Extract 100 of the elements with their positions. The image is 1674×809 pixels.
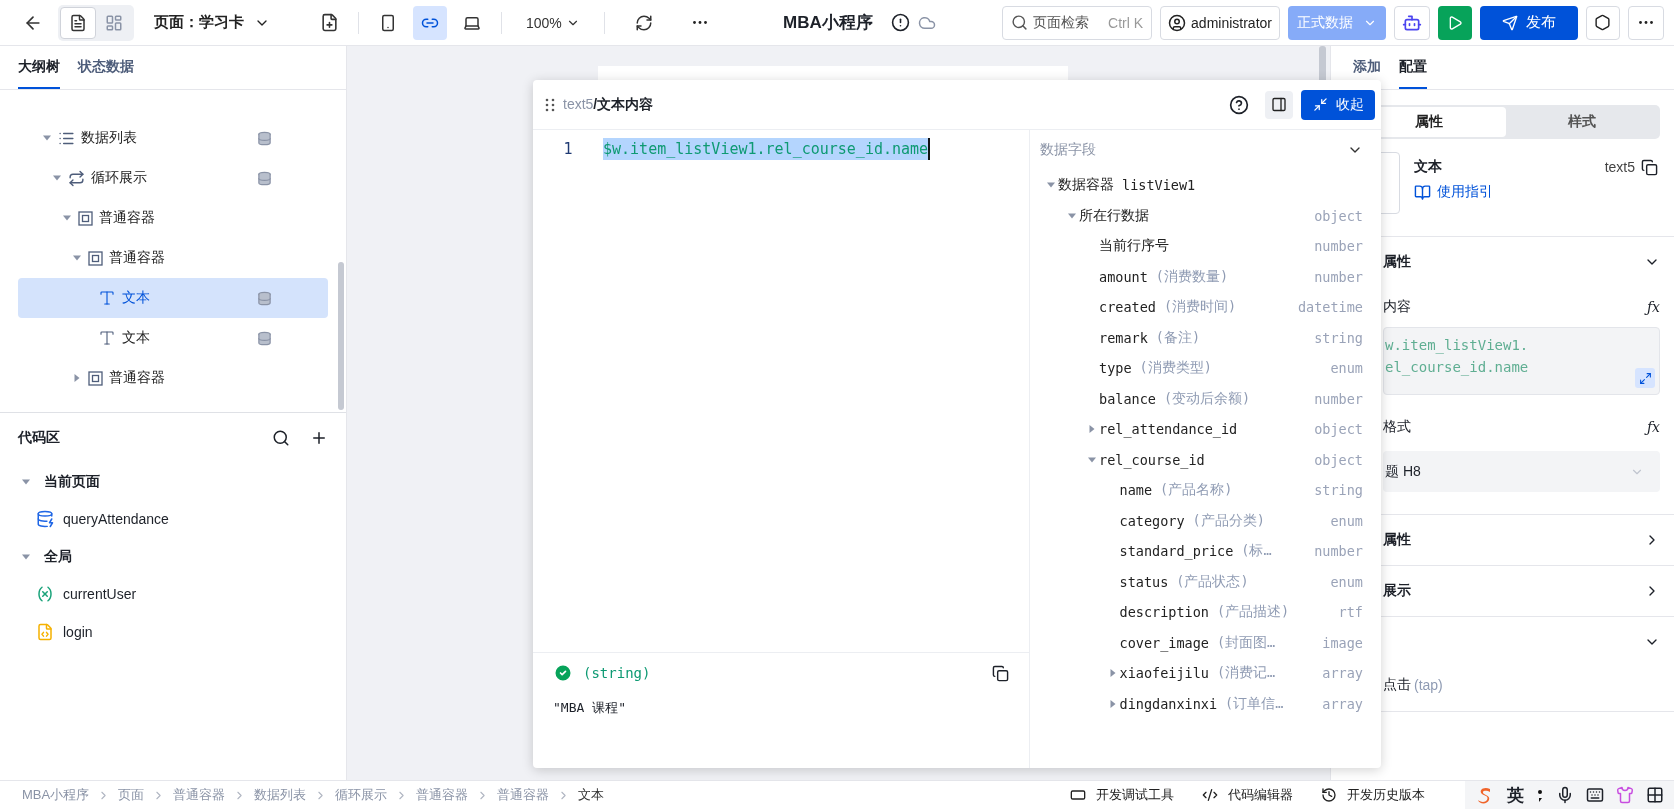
tool-button[interactable]: 代码编辑器 <box>1202 786 1293 804</box>
outline-item[interactable]: 普通容器 <box>18 238 328 278</box>
data-field-row[interactable]: created (消费时间) datetime <box>1040 292 1363 323</box>
format-select[interactable]: 题 H8 <box>1383 451 1660 492</box>
outline-label: 文本 <box>122 289 151 307</box>
data-field-row[interactable]: rel_attendance_id object <box>1040 414 1363 445</box>
data-field-row[interactable]: status (产品状态) enum <box>1040 566 1363 597</box>
caret-icon[interactable] <box>1088 425 1096 434</box>
data-field-row[interactable]: rel_course_id object <box>1040 444 1363 475</box>
data-field-row[interactable]: 数据容器 listView1 <box>1040 170 1363 201</box>
scrollbar[interactable] <box>338 262 344 410</box>
code-item[interactable]: currentUser <box>0 575 346 613</box>
caret-icon[interactable] <box>43 134 51 142</box>
punctuation-icon[interactable] <box>1536 788 1544 802</box>
add-icon[interactable] <box>310 429 328 447</box>
field-name: 数据容器 <box>1058 176 1114 195</box>
panel-tab[interactable]: 大纲树 <box>18 46 60 89</box>
data-field-row[interactable]: standard_price (标… number <box>1040 536 1363 567</box>
field-type: number <box>1314 238 1363 255</box>
data-field-row[interactable]: 所在行数据 object <box>1040 200 1363 231</box>
breadcrumb[interactable]: 文本 <box>578 786 605 804</box>
outline-item[interactable]: 普通容器 <box>18 198 328 238</box>
skin-icon[interactable] <box>1616 786 1634 804</box>
expand-button[interactable] <box>1635 368 1655 388</box>
tool-button[interactable]: 开发历史版本 <box>1321 786 1425 804</box>
panel-tab[interactable]: 状态数据 <box>78 46 134 89</box>
keyboard-icon[interactable] <box>1586 786 1604 804</box>
page-selector[interactable]: 页面：学习卡 <box>142 13 282 32</box>
field-name: 当前行序号 <box>1099 237 1169 256</box>
copy-icon[interactable] <box>992 664 1009 682</box>
guide-link[interactable]: 使用指引 <box>1414 183 1658 201</box>
device-button[interactable] <box>413 5 447 40</box>
search-icon[interactable] <box>272 429 290 447</box>
run-button[interactable] <box>1438 5 1472 40</box>
panel-tab[interactable]: 配置 <box>1399 46 1427 89</box>
formula-button[interactable]: ƒx <box>1646 299 1660 315</box>
field-type: object <box>1314 207 1363 224</box>
caret-icon[interactable] <box>73 254 81 262</box>
assistant-button[interactable] <box>1394 5 1430 40</box>
data-field-row[interactable]: 当前行序号 number <box>1040 231 1363 262</box>
outline-item[interactable]: 数据列表 <box>18 118 328 158</box>
grid-icon[interactable] <box>1646 786 1664 804</box>
caret-icon[interactable] <box>1067 211 1076 220</box>
caret-icon[interactable] <box>73 374 81 382</box>
data-field-row[interactable]: cover_image (封面图… image <box>1040 627 1363 658</box>
outline-item[interactable]: 文本 <box>18 318 328 358</box>
code-item[interactable]: queryAttendance <box>0 500 346 538</box>
data-field-row[interactable]: xiaofeijilu (消费记… array <box>1040 658 1363 689</box>
file-plus-icon <box>319 13 339 32</box>
caret-icon[interactable] <box>1047 181 1055 190</box>
outline-item[interactable]: 循环展示 <box>18 158 328 198</box>
formula-button[interactable]: ƒx <box>1646 419 1660 435</box>
outline-item[interactable]: 普通容器 <box>18 358 328 398</box>
user-button[interactable]: administrator <box>1160 5 1280 40</box>
caret-icon[interactable] <box>1108 669 1117 678</box>
settings-button[interactable] <box>1586 5 1620 40</box>
side-panel-button[interactable] <box>1265 90 1293 119</box>
tool-button[interactable]: 开发调试工具 <box>1070 786 1174 804</box>
caret-icon[interactable] <box>22 552 30 561</box>
loop-icon <box>68 169 85 187</box>
component-id: text5 <box>1604 159 1635 175</box>
field-note: (产品描述) <box>1216 603 1290 622</box>
dialog-title: /文本内容 <box>593 95 654 114</box>
caret-icon[interactable] <box>53 174 61 182</box>
mic-icon[interactable] <box>1556 786 1574 804</box>
input-mode[interactable]: 英 <box>1507 783 1524 807</box>
caret-icon[interactable] <box>1108 699 1117 708</box>
field-note: (订单信… <box>1225 694 1284 713</box>
search-field[interactable]: 页面检索 Ctrl K <box>1002 5 1153 40</box>
section-title: 属性 <box>1383 253 1411 271</box>
caret-icon[interactable] <box>63 214 71 222</box>
publish-button[interactable]: 发布 <box>1480 5 1578 40</box>
event-label: 点击 <box>1383 676 1411 694</box>
field-name: category <box>1119 512 1185 529</box>
zoom-selector[interactable]: 100% <box>520 5 586 40</box>
field-name: balance <box>1099 390 1156 407</box>
copy-icon[interactable] <box>1641 158 1658 176</box>
fields-title: 数据字段 <box>1040 141 1096 159</box>
outline-item[interactable]: 文本 <box>18 278 328 318</box>
field-note: (消费数量) <box>1155 267 1229 286</box>
drag-handle-icon[interactable] <box>545 96 555 113</box>
help-icon[interactable] <box>1229 94 1249 115</box>
window-icon <box>1070 787 1086 803</box>
data-field-row[interactable]: description (产品描述) rtf <box>1040 597 1363 628</box>
warning-icon[interactable] <box>890 13 910 32</box>
data-field-row[interactable]: balance (变动后余额) number <box>1040 383 1363 414</box>
panel-tab[interactable]: 添加 <box>1353 46 1381 89</box>
data-field-row[interactable]: type (消费类型) enum <box>1040 353 1363 384</box>
collapse-button[interactable]: 收起 <box>1301 89 1375 120</box>
data-field-row[interactable]: dingdanxinxi (订单信… array <box>1040 688 1363 719</box>
data-field-row[interactable]: name (产品名称) string <box>1040 475 1363 506</box>
data-field-row[interactable]: remark (备注) string <box>1040 322 1363 353</box>
field-name: type <box>1099 360 1132 377</box>
segment-tab[interactable]: 样式 <box>1505 107 1658 137</box>
code-item[interactable]: login <box>0 613 346 651</box>
caret-icon[interactable] <box>22 477 30 486</box>
data-field-row[interactable]: category (产品分类) enum <box>1040 505 1363 536</box>
caret-icon[interactable] <box>1088 455 1096 464</box>
view-mode-button[interactable] <box>60 6 96 39</box>
data-field-row[interactable]: amount (消费数量) number <box>1040 261 1363 292</box>
